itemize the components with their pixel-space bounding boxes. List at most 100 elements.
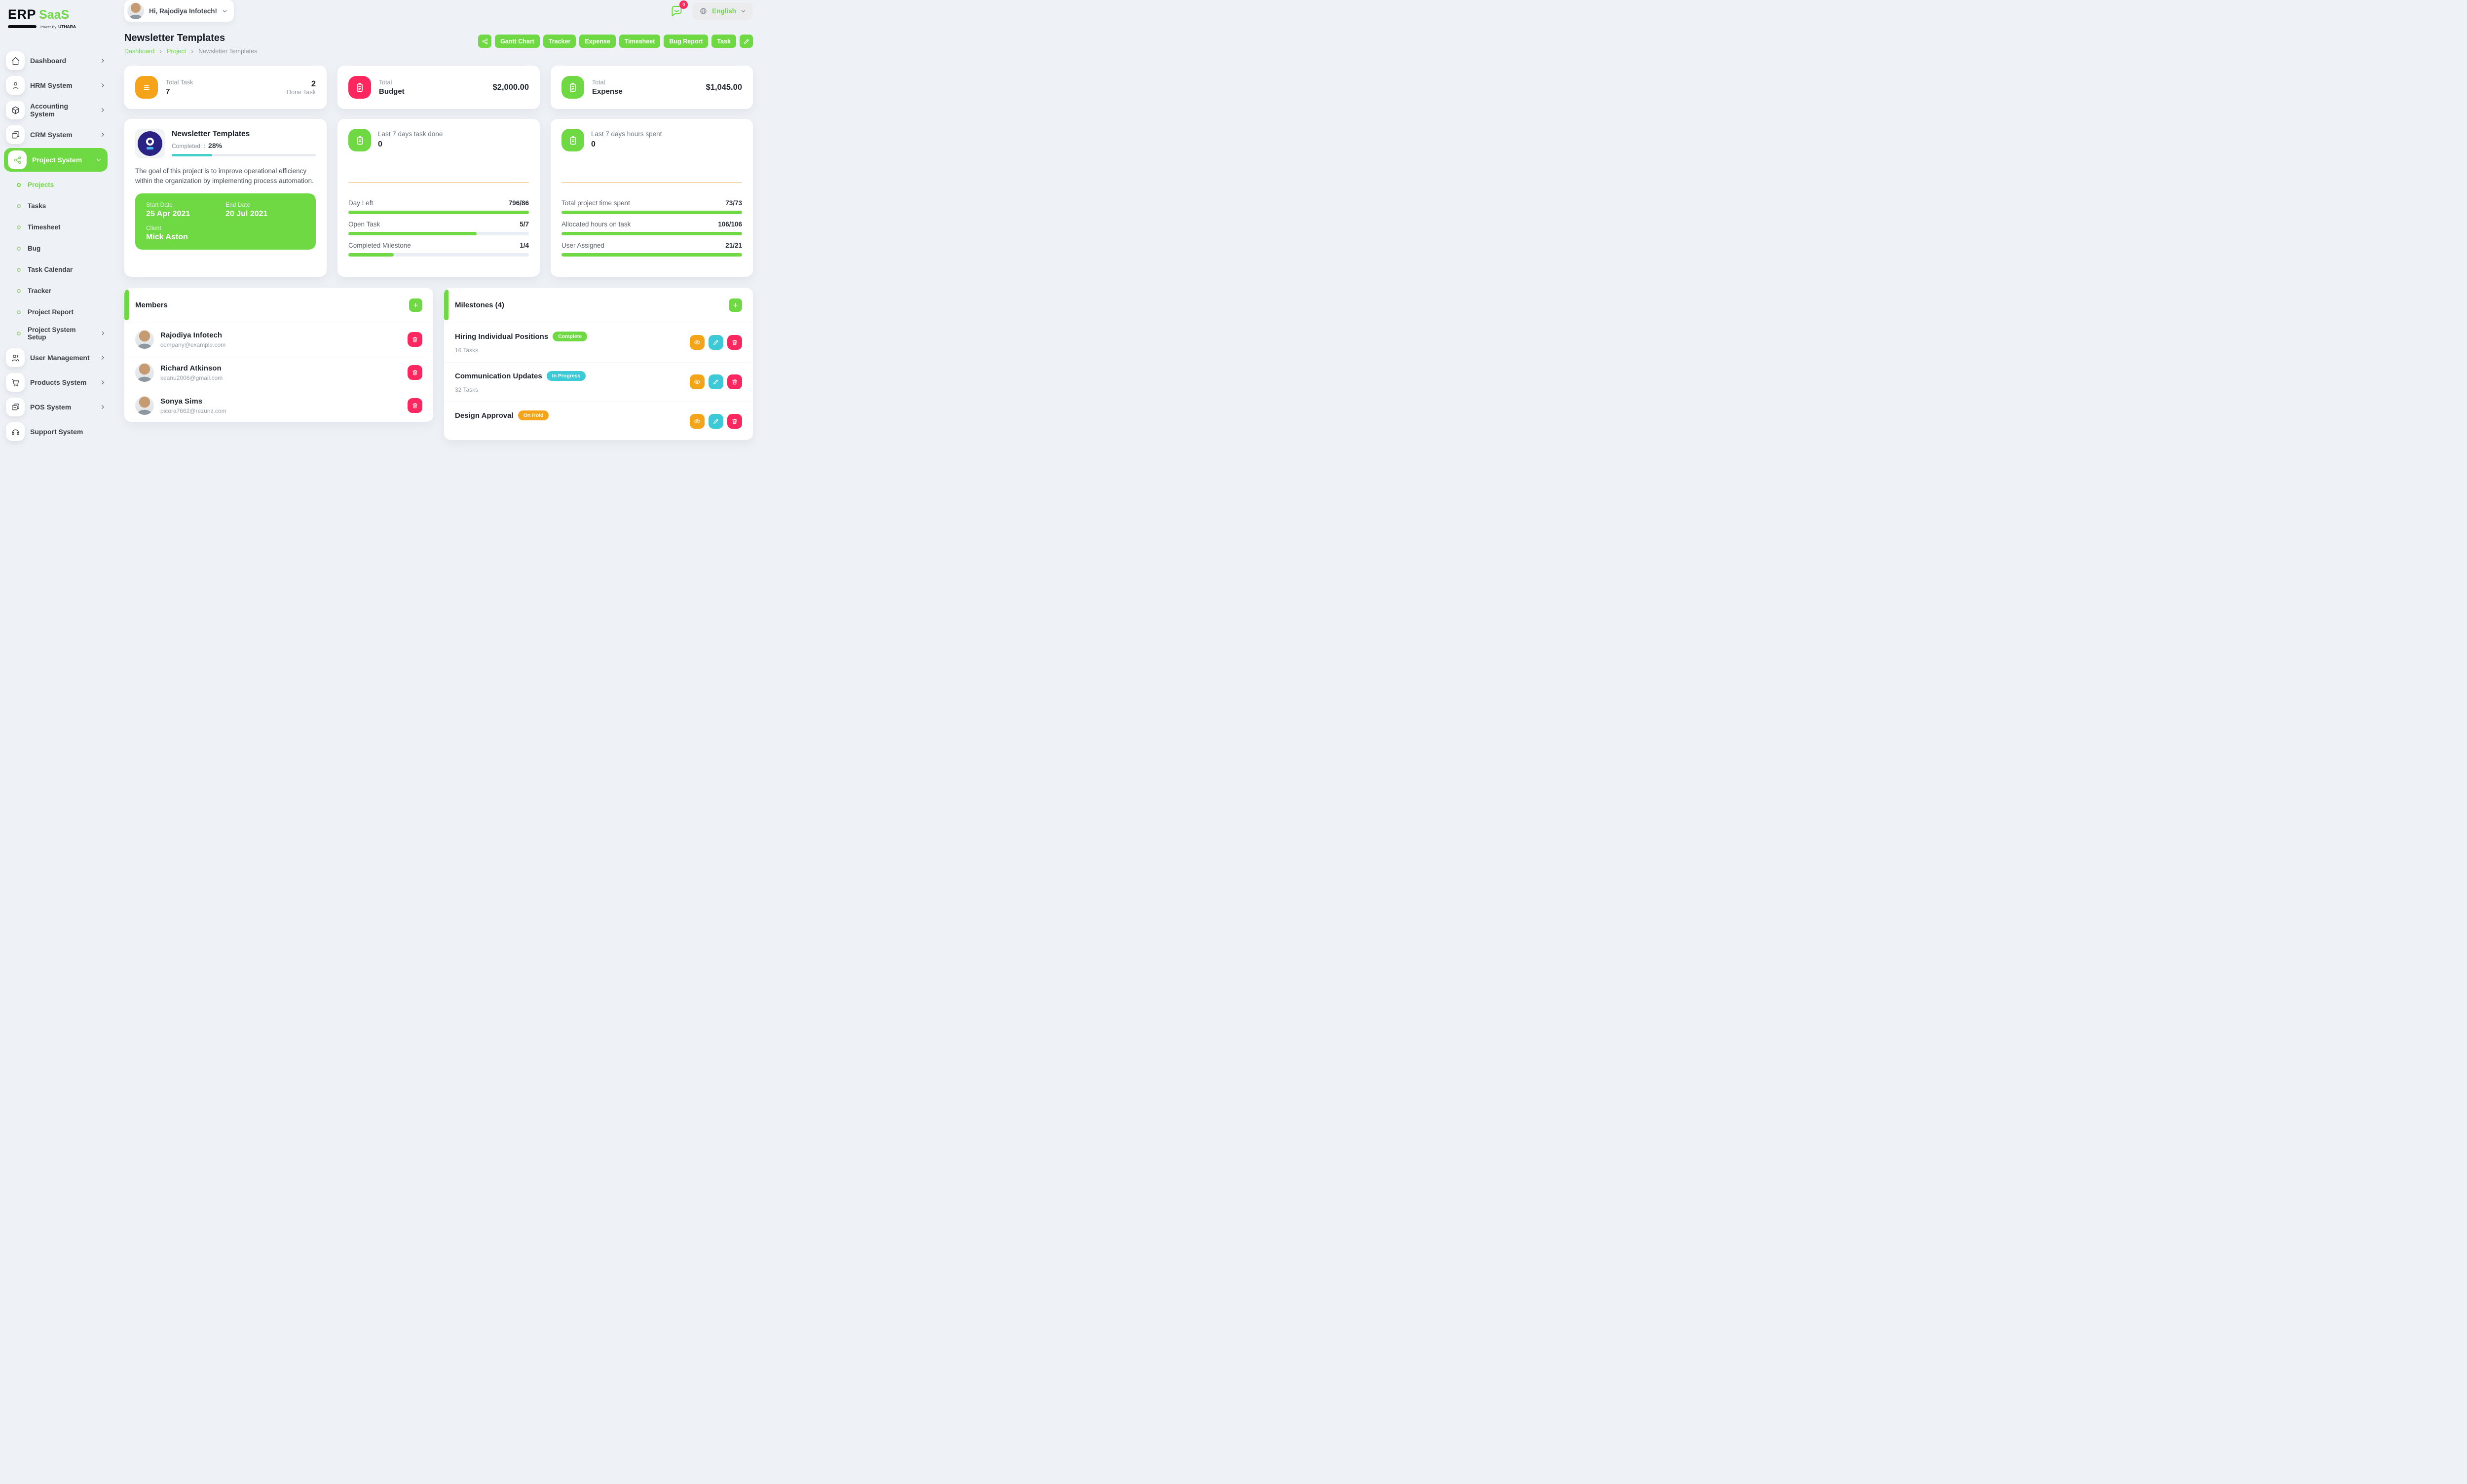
clipboard-dollar-icon xyxy=(561,76,584,99)
sidebar-item-project-system[interactable]: Project System xyxy=(4,148,108,172)
eye-icon xyxy=(694,339,701,346)
timesheet-button[interactable]: Timesheet xyxy=(619,35,661,48)
pencil-icon xyxy=(743,38,750,45)
chevron-down-icon xyxy=(96,157,102,163)
edit-button[interactable] xyxy=(740,35,753,48)
chevron-right-icon xyxy=(100,379,106,385)
delete-member-button[interactable] xyxy=(408,365,422,380)
sidebar-subitem-tasks[interactable]: Tasks xyxy=(0,195,113,217)
milestone-task-count: 16 Tasks xyxy=(455,347,690,354)
summary-value: 0 xyxy=(378,140,443,149)
eye-icon xyxy=(694,378,701,385)
sidebar-subitem-timesheet[interactable]: Timesheet xyxy=(0,217,113,238)
member-avatar xyxy=(135,363,154,382)
page-title: Newsletter Templates xyxy=(124,33,257,44)
user-menu[interactable]: Hi, Rajodiya Infotech! xyxy=(124,0,234,22)
chevron-right-icon xyxy=(100,331,106,336)
sidebar-item-pos-system[interactable]: POS System xyxy=(0,395,113,419)
trash-icon xyxy=(411,336,418,343)
trash-icon xyxy=(411,402,418,409)
summary-title: Last 7 days hours spent xyxy=(591,130,662,138)
delete-member-button[interactable] xyxy=(408,398,422,413)
bullet-icon xyxy=(17,332,21,335)
milestones-title: Milestones (4) xyxy=(455,301,504,309)
delete-member-button[interactable] xyxy=(408,332,422,347)
sidebar-subitem-project-system-setup[interactable]: Project System Setup xyxy=(0,323,113,344)
view-milestone-button[interactable] xyxy=(690,374,705,389)
task-summary-card: Last 7 days task done 0 Day Left796/86 O… xyxy=(337,119,540,277)
delete-milestone-button[interactable] xyxy=(727,335,742,350)
add-milestone-button[interactable] xyxy=(729,298,742,312)
tracker-button[interactable]: Tracker xyxy=(543,35,576,48)
project-overview-card: Newsletter Templates Completed: : 28% Th… xyxy=(124,119,327,277)
sidebar-item-accounting-system[interactable]: Accounting System xyxy=(0,98,113,122)
view-milestone-button[interactable] xyxy=(690,414,705,429)
sidebar-item-support-system[interactable]: Support System xyxy=(0,419,113,444)
breadcrumb-project[interactable]: Project xyxy=(167,48,186,55)
member-row: Richard Atkinson keanu2006@gmail.com xyxy=(124,356,433,389)
end-date-value: 20 Jul 2021 xyxy=(225,210,305,219)
sidebar-item-crm-system[interactable]: CRM System xyxy=(0,122,113,147)
progress-track xyxy=(561,232,742,235)
expense-amount: $1,045.00 xyxy=(706,83,742,92)
overview-row: Newsletter Templates Completed: : 28% Th… xyxy=(124,119,753,277)
sidebar-item-user-management[interactable]: User Management xyxy=(0,345,113,370)
stat-row: Open Task5/7 xyxy=(348,221,529,235)
summary-title: Last 7 days task done xyxy=(378,130,443,138)
stats-row: Total Task 7 2 Done Task Total Budget $2… xyxy=(124,66,753,109)
brand-logo[interactable]: ERP SaaS Power By UTHARA xyxy=(0,7,113,42)
sidebar-subitem-task-calendar[interactable]: Task Calendar xyxy=(0,259,113,280)
progress-fill xyxy=(348,232,477,235)
breadcrumb: Dashboard Project Newsletter Templates xyxy=(124,48,257,55)
pos-icon xyxy=(6,398,25,416)
progress-fill xyxy=(348,211,529,214)
stat-label: Budget xyxy=(379,87,405,96)
add-member-button[interactable] xyxy=(409,298,422,312)
edit-milestone-button[interactable] xyxy=(709,374,723,389)
messages-button[interactable]: 0 xyxy=(670,4,683,18)
sidebar-item-products-system[interactable]: Products System xyxy=(0,370,113,395)
user-greeting: Hi, Rajodiya Infotech! xyxy=(149,7,217,15)
clipboard-icon xyxy=(348,129,371,151)
panel-accent-bar xyxy=(444,290,449,320)
member-row: Sonya Sims picora7662@rezunz.com xyxy=(124,389,433,422)
brand-tagline: Power By xyxy=(40,25,56,29)
sidebar: ERP SaaS Power By UTHARA Dashboard HRM S… xyxy=(0,0,113,430)
language-selector[interactable]: English xyxy=(692,2,753,20)
sidebar-nav: Dashboard HRM System Accounting System C… xyxy=(0,42,113,444)
brand-underline xyxy=(8,25,37,28)
notification-badge: 0 xyxy=(679,0,688,9)
project-name: Newsletter Templates xyxy=(172,130,316,139)
progress-track xyxy=(348,232,529,235)
chevron-right-icon xyxy=(100,82,106,88)
hours-summary-card: Last 7 days hours spent 0 Total project … xyxy=(551,119,753,277)
sidebar-subitem-bug[interactable]: Bug xyxy=(0,238,113,259)
progress-track xyxy=(561,253,742,257)
expense-button[interactable]: Expense xyxy=(579,35,615,48)
brand-erp-text: ERP xyxy=(8,7,36,22)
breadcrumb-dashboard[interactable]: Dashboard xyxy=(124,48,154,55)
gantt-chart-button[interactable]: Gantt Chart xyxy=(495,35,540,48)
delete-milestone-button[interactable] xyxy=(727,414,742,429)
chevron-right-icon xyxy=(100,355,106,361)
bug-report-button[interactable]: Bug Report xyxy=(664,35,708,48)
edit-milestone-button[interactable] xyxy=(709,414,723,429)
sidebar-subitem-tracker[interactable]: Tracker xyxy=(0,280,113,301)
task-button[interactable]: Task xyxy=(711,35,736,48)
breadcrumb-current: Newsletter Templates xyxy=(198,48,257,55)
member-email: company@example.com xyxy=(160,341,225,348)
sidebar-subitem-project-report[interactable]: Project Report xyxy=(0,301,113,323)
total-expense-card: Total Expense $1,045.00 xyxy=(551,66,753,109)
chevron-down-icon xyxy=(741,8,746,14)
sidebar-subitem-projects[interactable]: Projects xyxy=(0,174,113,195)
progress-fill xyxy=(561,211,742,214)
view-milestone-button[interactable] xyxy=(690,335,705,350)
edit-milestone-button[interactable] xyxy=(709,335,723,350)
sidebar-item-hrm-system[interactable]: HRM System xyxy=(0,73,113,98)
members-title: Members xyxy=(135,301,168,309)
summary-value: 0 xyxy=(591,140,662,149)
sidebar-item-dashboard[interactable]: Dashboard xyxy=(0,48,113,73)
share-button[interactable] xyxy=(478,35,491,48)
delete-milestone-button[interactable] xyxy=(727,374,742,389)
plus-icon xyxy=(732,302,739,308)
